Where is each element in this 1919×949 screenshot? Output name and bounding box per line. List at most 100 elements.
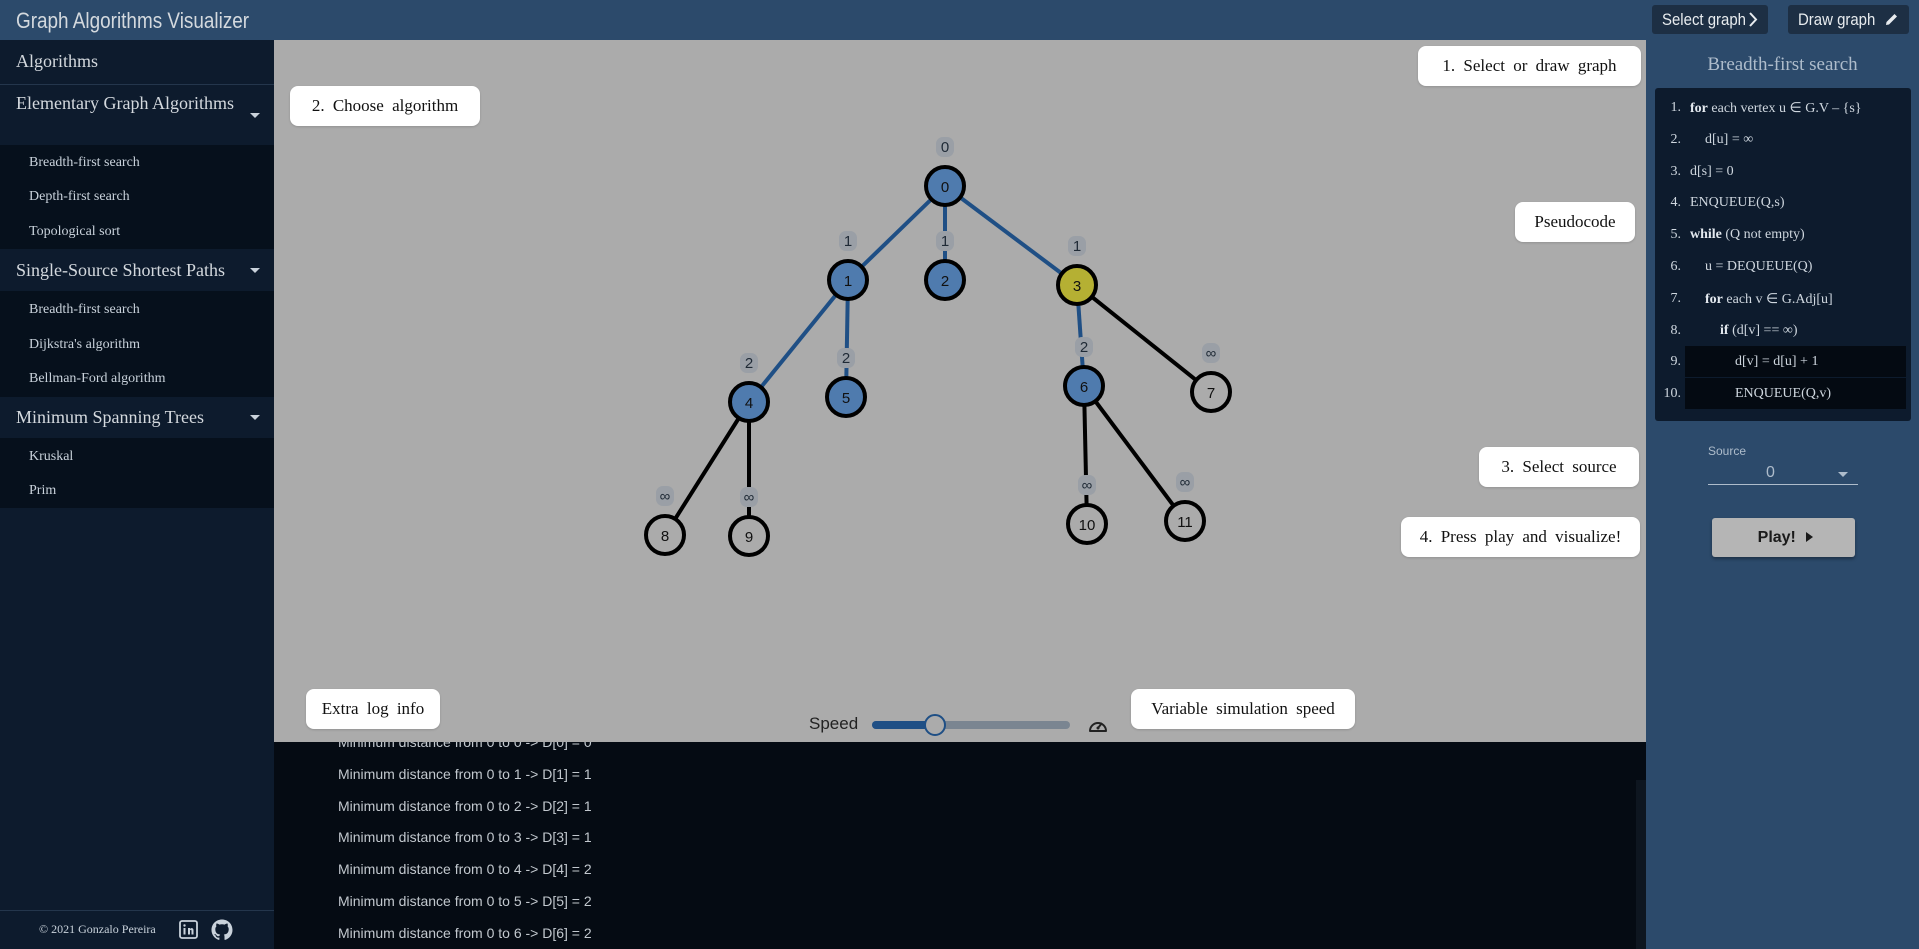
code-text: if (d[v] == ∞)	[1720, 322, 1798, 338]
caret-down-icon[interactable]	[250, 113, 260, 118]
section-shortest-paths[interactable]: Single-Source Shortest Paths	[16, 260, 225, 281]
log-line: Minimum distance from 0 to 5 -> D[5] = 2	[338, 893, 592, 909]
speedometer-icon	[1089, 722, 1107, 732]
pseudocode-line: 4. ENQUEUE(Q,s)	[1655, 187, 1911, 218]
code-text: u = DEQUEUE(Q)	[1705, 259, 1813, 274]
github-icon[interactable]	[210, 918, 234, 942]
mst-submenu: Kruskal Prim	[0, 438, 274, 508]
caret-down-icon[interactable]	[250, 415, 260, 420]
speed-slider[interactable]	[872, 714, 1070, 736]
line-number: 10.	[1663, 386, 1682, 402]
log-scrollbar[interactable]	[1636, 780, 1646, 949]
log-line: Minimum distance from 0 to 2 -> D[2] = 1	[338, 798, 592, 814]
draw-graph-label: Draw graph	[1798, 10, 1876, 29]
select-graph-button[interactable]: Select graph	[1652, 5, 1768, 34]
sidebar-item-kruskal[interactable]: Kruskal	[29, 449, 73, 465]
shortest-paths-submenu: Breadth-first search Dijkstra's algorith…	[0, 291, 274, 397]
line-number: 4.	[1670, 195, 1682, 211]
play-button[interactable]: Play!	[1712, 518, 1855, 557]
code-text: d[s] = 0	[1690, 163, 1734, 179]
sidebar-item-dijkstra[interactable]: Dijkstra's algorithm	[29, 337, 140, 353]
node-label: 5	[842, 390, 850, 407]
play-label: Play!	[1757, 529, 1796, 546]
callout-pseudocode: Pseudocode	[1515, 202, 1635, 242]
line-number: 1.	[1670, 100, 1682, 115]
distance-label: ∞	[660, 488, 671, 505]
code-text: while (Q not empty)	[1690, 227, 1805, 243]
line-number: 5.	[1670, 227, 1682, 243]
sidebar-item-prim[interactable]: Prim	[29, 483, 56, 499]
distance-label: 2	[745, 355, 753, 372]
pseudocode-line: 10. ENQUEUE(Q,v)	[1655, 378, 1911, 410]
pencil-icon	[1886, 14, 1897, 25]
graph-edge	[1082, 384, 1187, 523]
node-label: 1	[844, 273, 852, 290]
divider	[0, 84, 274, 85]
log-line: Minimum distance from 0 to 6 -> D[6] = 2	[338, 925, 592, 941]
distance-label: ∞	[744, 489, 755, 506]
speed-label: Speed	[809, 714, 859, 733]
section-elementary[interactable]: Elementary Graph Algorithms	[16, 93, 236, 114]
sidebar-footer: © 2021 Gonzalo Pereira	[0, 910, 274, 949]
pseudocode-line: 5. while (Q not empty)	[1655, 219, 1911, 250]
sidebar-item-dfs[interactable]: Depth-first search	[29, 189, 130, 205]
elementary-submenu: Breadth-first search Depth-first search …	[0, 145, 274, 249]
sidebar: Algorithms Elementary Graph Algorithms B…	[0, 40, 274, 949]
distance-label: 2	[1080, 339, 1088, 356]
distance-label: 0	[941, 139, 949, 156]
sidebar-item-bfs-sssp[interactable]: Breadth-first search	[29, 302, 140, 318]
graph-canvas[interactable]: 0 0 1 1 1 2 1 3 2 4 2 5 2 6 ∞ 7 ∞ 8 ∞ 9 ∞ 10 ∞ 11	[274, 40, 1646, 742]
callout-press-play: 4. Press play and visualize!	[1401, 517, 1640, 557]
line-number: 6.	[1670, 259, 1682, 274]
node-label: 10	[1079, 517, 1096, 534]
graph-view[interactable]: 00111213242526∞7∞8∞9∞10∞11	[274, 40, 1646, 742]
distance-label: ∞	[1206, 345, 1217, 362]
node-label: 0	[941, 179, 949, 196]
line-number: 3.	[1670, 163, 1682, 179]
line-number: 2.	[1670, 131, 1682, 147]
line-number: 8.	[1670, 322, 1682, 338]
caret-down-icon[interactable]	[1838, 472, 1848, 477]
code-text: ENQUEUE(Q,s)	[1690, 195, 1785, 211]
node-label: 9	[745, 529, 753, 546]
right-panel: Breadth-first search 1. for each vertex u…	[1646, 40, 1919, 949]
node-label: 8	[661, 528, 669, 545]
sidebar-title: Algorithms	[16, 51, 99, 71]
pseudocode-line: 6. u = DEQUEUE(Q)	[1655, 251, 1911, 282]
pseudocode-line: 3. d[s] = 0	[1655, 156, 1911, 187]
callout-extra-log: Extra log info	[306, 689, 440, 729]
pseudocode-line: 7. for each v ∈ G.Adj[u]	[1655, 283, 1911, 314]
caret-down-icon[interactable]	[250, 268, 260, 273]
log-line: Minimum distance from 0 to 1 -> D[1] = 1	[338, 766, 592, 782]
node-label: 2	[941, 273, 949, 290]
linkedin-icon[interactable]	[179, 920, 198, 939]
distance-label: 1	[941, 233, 949, 250]
node-label: 11	[1177, 514, 1193, 531]
distance-label: 1	[844, 233, 852, 250]
sidebar-item-topological-sort[interactable]: Topological sort	[29, 224, 120, 240]
source-value: 0	[1766, 464, 1775, 481]
draw-graph-button[interactable]: Draw graph	[1788, 5, 1909, 34]
node-label: 4	[745, 395, 753, 412]
callout-variable-speed: Variable simulation speed	[1131, 689, 1355, 729]
callout-select-source: 3. Select source	[1479, 447, 1639, 487]
distance-label: 1	[1073, 238, 1081, 255]
copyright-text: © 2021 Gonzalo Pereira	[39, 922, 156, 936]
source-select[interactable]: 0	[1708, 460, 1858, 485]
callout-choose-algorithm: 2. Choose algorithm	[290, 86, 480, 126]
pseudocode-line: 2. d[u] = ∞	[1655, 124, 1911, 155]
log-line: Minimum distance from 0 to 0 -> D[0] = 0	[338, 742, 592, 750]
line-number: 7.	[1670, 290, 1682, 306]
sidebar-item-bfs[interactable]: Breadth-first search	[29, 155, 140, 171]
node-label: 7	[1207, 385, 1215, 402]
select-graph-label: Select graph	[1662, 10, 1746, 29]
log-panel: Minimum distance from 0 to 0 -> D[0] = 0…	[274, 742, 1646, 949]
section-mst[interactable]: Minimum Spanning Trees	[16, 407, 204, 428]
sidebar-item-bellman-ford[interactable]: Bellman-Ford algorithm	[29, 371, 165, 387]
pseudocode-line: 1. for each vertex u ∈ G.V – {s}	[1655, 92, 1911, 123]
pseudocode-box: 1. for each vertex u ∈ G.V – {s} 2. d[u] = …	[1655, 88, 1911, 421]
algorithm-title: Breadth-first search	[1707, 54, 1858, 75]
code-text: for each vertex u ∈ G.V – {s}	[1690, 101, 1862, 116]
pseudocode-line: 9. d[v] = d[u] + 1	[1655, 346, 1911, 378]
chevron-right-icon	[1749, 12, 1758, 27]
